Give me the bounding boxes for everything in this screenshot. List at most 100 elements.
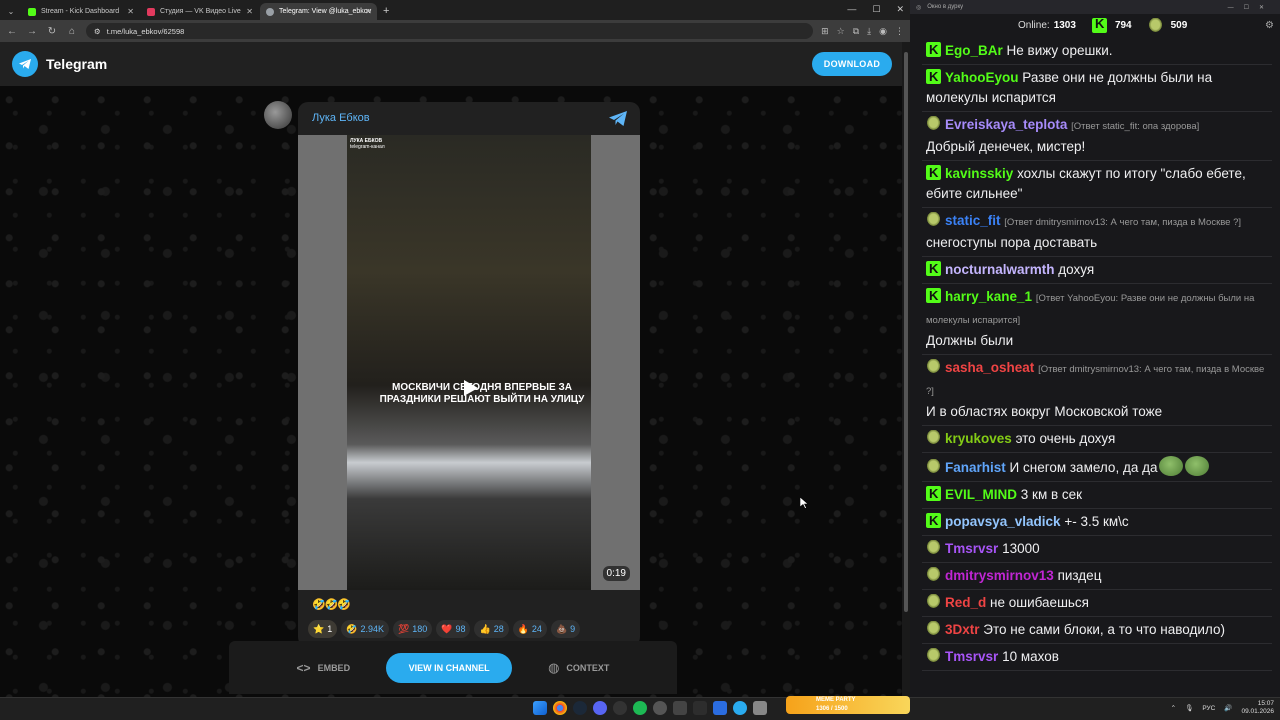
reaction-heart[interactable]: ❤️ 98 <box>436 620 471 638</box>
reaction-poo[interactable]: 💩 9 <box>550 620 581 638</box>
clock[interactable]: 15:07 09.01.2026 <box>1241 700 1274 716</box>
post-text: 🤣🤣🤣 <box>312 599 351 611</box>
embed-button[interactable]: <> EMBED <box>297 661 351 675</box>
chat-username[interactable]: static_fit <box>945 213 1001 228</box>
pepe-emote-icon <box>1185 456 1210 476</box>
close-window-icon[interactable]: ✕ <box>896 4 904 15</box>
globe-icon: ◍ <box>548 659 560 675</box>
url-input[interactable]: ⚙ t.me/luka_ebkov/62598 <box>86 23 814 39</box>
tab-title: Telegram: View @luka_ebkov <box>279 8 372 15</box>
site-info-icon[interactable]: ⚙ <box>94 27 101 36</box>
frog-badge-icon <box>926 594 941 609</box>
close-tab-icon[interactable]: ✕ <box>365 7 372 16</box>
reaction-count: 2.94K <box>360 624 384 634</box>
tab-search-icon[interactable]: ⌄ <box>4 4 18 18</box>
player-icon[interactable] <box>713 701 727 715</box>
channel-avatar[interactable] <box>264 101 292 129</box>
close-tab-icon[interactable]: ✕ <box>246 7 253 16</box>
chat-username[interactable]: Tmsrvsr <box>945 649 998 664</box>
menu-icon[interactable]: ⋮ <box>895 26 904 37</box>
terminal-icon[interactable] <box>693 701 707 715</box>
post-author[interactable]: Лука Ебков <box>312 112 370 124</box>
chat-username[interactable]: kavinsskiy <box>945 166 1013 181</box>
chat-username[interactable]: EVIL_MIND <box>945 487 1017 502</box>
files-icon[interactable] <box>753 701 767 715</box>
tab-kick-dashboard[interactable]: Stream - Kick Dashboard ✕ <box>22 3 139 20</box>
forward-icon[interactable]: → <box>26 26 38 37</box>
download-icon[interactable]: ⤓ <box>867 26 871 37</box>
telegram-taskbar-icon[interactable] <box>733 701 747 715</box>
time: 15:07 <box>1257 700 1274 707</box>
obs-icon[interactable] <box>613 701 627 715</box>
chat-message-text: дохуя <box>1058 262 1095 277</box>
system-tray: ⌃ 🎙 РУС 🔊 15:07 09.01.2026 <box>1171 700 1274 716</box>
chat-username[interactable]: popavsya_vladick <box>945 514 1061 529</box>
mic-icon[interactable]: 🎙 <box>1185 704 1193 712</box>
address-bar: ← → ↻ ⌂ ⚙ t.me/luka_ebkov/62598 ⊞ ☆ ⧉ ⤓ ◉… <box>0 20 910 42</box>
home-icon[interactable]: ⌂ <box>66 26 78 37</box>
context-button[interactable]: ◍ CONTEXT <box>548 660 609 676</box>
chat-reply-quote: [Ответ static_fit: опа здорова] <box>1071 121 1200 132</box>
reaction-rofl[interactable]: 🤣 2.94K <box>341 620 389 638</box>
chat-username[interactable]: dmitrysmirnov13 <box>945 568 1054 583</box>
frog-badge-icon <box>926 430 941 445</box>
page-scrollbar[interactable] <box>902 42 910 697</box>
new-tab-button[interactable]: + <box>383 5 389 17</box>
tab-telegram[interactable]: Telegram: View @luka_ebkov ✕ <box>260 3 377 20</box>
chat-username[interactable]: Red_d <box>945 595 986 610</box>
chat-username[interactable]: YahooEyou <box>945 70 1019 85</box>
chat-username[interactable]: 3Dxtr <box>945 622 980 637</box>
frog-badge-icon <box>926 648 941 663</box>
settings-icon[interactable]: ⚙ <box>1265 20 1274 31</box>
reaction-100[interactable]: 💯 180 <box>392 620 433 638</box>
steam-icon[interactable] <box>573 701 587 715</box>
chat-username[interactable]: Tmsrvsr <box>945 541 998 556</box>
chat-username[interactable]: Ego_BAr <box>945 43 1003 58</box>
chat-username[interactable]: Evreiskaya_teplota <box>945 117 1067 132</box>
app-icon[interactable] <box>653 701 667 715</box>
back-icon[interactable]: ← <box>6 26 18 37</box>
chat-message-text: Это не сами блоки, а то что наводило) <box>983 622 1225 637</box>
download-button[interactable]: DOWNLOAD <box>812 52 892 76</box>
meme-title: MEME PARTY <box>816 697 856 703</box>
lang-indicator[interactable]: РУС <box>1202 705 1215 712</box>
chat-username[interactable]: sasha_osheat <box>945 360 1034 375</box>
chat-message-text: Должны были <box>926 333 1014 348</box>
close-tab-icon[interactable]: ✕ <box>127 7 134 16</box>
game-icon[interactable] <box>673 701 687 715</box>
reload-icon[interactable]: ↻ <box>46 26 58 37</box>
kick-favicon-icon <box>28 7 36 16</box>
bookmark-star-icon[interactable]: ☆ <box>837 26 845 37</box>
view-in-channel-button[interactable]: VIEW IN CHANNEL <box>386 652 513 683</box>
tab-vk-studio[interactable]: Студия — VK Видео Live ✕ <box>141 3 258 20</box>
scrollbar-thumb[interactable] <box>904 52 908 612</box>
chat-username[interactable]: kryukoves <box>945 431 1012 446</box>
chrome-icon[interactable] <box>553 701 567 715</box>
spotify-icon[interactable] <box>633 701 647 715</box>
reaction-thumbs-up[interactable]: 👍 28 <box>474 620 509 638</box>
translate-icon[interactable]: ⊞ <box>821 26 829 37</box>
chat-message: nocturnalwarmth дохуя <box>922 257 1272 284</box>
chat-message-text: +- 3.5 км\с <box>1064 514 1129 529</box>
profile-icon[interactable]: ◉ <box>879 26 887 37</box>
reaction-fire[interactable]: 🔥 24 <box>512 620 547 638</box>
minimize-icon[interactable]: — <box>847 4 856 15</box>
volume-icon[interactable]: 🔊 <box>1224 704 1232 712</box>
maximize-icon[interactable]: ☐ <box>872 4 880 15</box>
chat-message: Tmsrvsr 10 махов <box>922 644 1272 671</box>
chat-message: Tmsrvsr 13000 <box>922 536 1272 563</box>
chat-message: 3Dxtr Это не сами блоки, а то что наводи… <box>922 617 1272 644</box>
chat-username[interactable]: harry_kane_1 <box>945 289 1032 304</box>
play-icon[interactable] <box>460 378 480 398</box>
app-icon: ◎ <box>916 4 922 11</box>
start-icon[interactable] <box>533 701 547 715</box>
reaction-star[interactable]: ⭐ 1 <box>308 620 338 638</box>
video-player[interactable]: ЛУКА ЕБКОВ telegram-канал МОСКВИЧИ СЕГОДН… <box>298 135 640 590</box>
chevron-up-icon[interactable]: ⌃ <box>1171 704 1176 712</box>
discord-icon[interactable] <box>593 701 607 715</box>
chat-message-text: снегоступы пора доставать <box>926 235 1098 250</box>
extensions-icon[interactable]: ⧉ <box>853 26 859 37</box>
chat-username[interactable]: nocturnalwarmth <box>945 262 1055 277</box>
window-controls-icon[interactable]: —☐✕ <box>1228 4 1274 11</box>
chat-username[interactable]: Fanarhist <box>945 460 1006 475</box>
